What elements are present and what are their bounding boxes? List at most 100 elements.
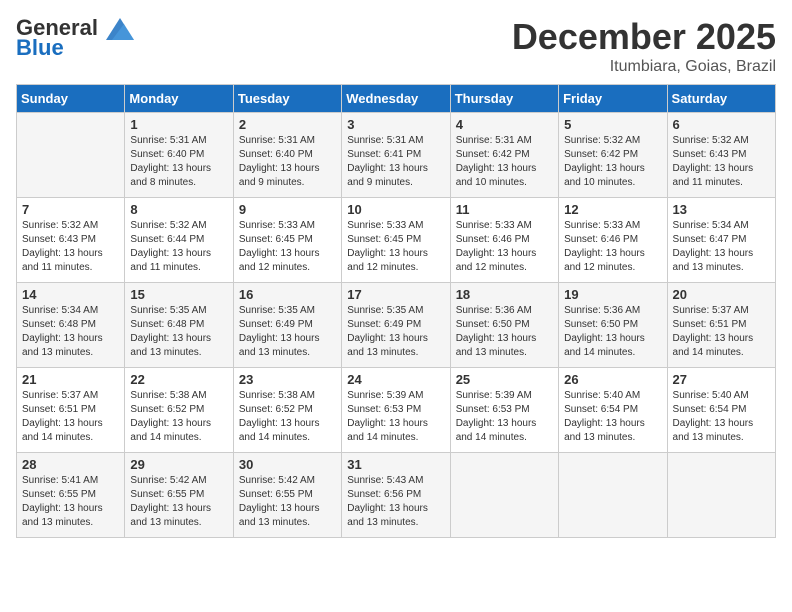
calendar-cell: 13 Sunrise: 5:34 AMSunset: 6:47 PMDaylig… (667, 198, 775, 283)
calendar-cell: 4 Sunrise: 5:31 AMSunset: 6:42 PMDayligh… (450, 113, 558, 198)
calendar-week-row: 7 Sunrise: 5:32 AMSunset: 6:43 PMDayligh… (17, 198, 776, 283)
calendar-cell: 2 Sunrise: 5:31 AMSunset: 6:40 PMDayligh… (233, 113, 341, 198)
day-info: Sunrise: 5:35 AMSunset: 6:48 PMDaylight:… (130, 304, 227, 360)
day-info: Sunrise: 5:31 AMSunset: 6:42 PMDaylight:… (456, 134, 553, 190)
calendar-week-row: 28 Sunrise: 5:41 AMSunset: 6:55 PMDaylig… (17, 453, 776, 538)
day-number: 21 (22, 372, 119, 387)
calendar-week-row: 14 Sunrise: 5:34 AMSunset: 6:48 PMDaylig… (17, 283, 776, 368)
calendar-header-row: SundayMondayTuesdayWednesdayThursdayFrid… (17, 85, 776, 113)
header-saturday: Saturday (667, 85, 775, 113)
day-number: 1 (130, 117, 227, 132)
day-info: Sunrise: 5:38 AMSunset: 6:52 PMDaylight:… (130, 389, 227, 445)
location: Itumbiara, Goias, Brazil (512, 58, 776, 76)
day-info: Sunrise: 5:36 AMSunset: 6:50 PMDaylight:… (456, 304, 553, 360)
day-info: Sunrise: 5:33 AMSunset: 6:45 PMDaylight:… (239, 219, 336, 275)
day-number: 24 (347, 372, 444, 387)
calendar-cell (17, 113, 125, 198)
calendar-cell: 30 Sunrise: 5:42 AMSunset: 6:55 PMDaylig… (233, 453, 341, 538)
day-info: Sunrise: 5:31 AMSunset: 6:40 PMDaylight:… (130, 134, 227, 190)
day-info: Sunrise: 5:33 AMSunset: 6:45 PMDaylight:… (347, 219, 444, 275)
day-number: 4 (456, 117, 553, 132)
calendar-cell: 16 Sunrise: 5:35 AMSunset: 6:49 PMDaylig… (233, 283, 341, 368)
calendar-cell: 26 Sunrise: 5:40 AMSunset: 6:54 PMDaylig… (559, 368, 667, 453)
calendar-week-row: 1 Sunrise: 5:31 AMSunset: 6:40 PMDayligh… (17, 113, 776, 198)
day-info: Sunrise: 5:39 AMSunset: 6:53 PMDaylight:… (456, 389, 553, 445)
day-number: 16 (239, 287, 336, 302)
day-number: 12 (564, 202, 661, 217)
calendar-cell: 22 Sunrise: 5:38 AMSunset: 6:52 PMDaylig… (125, 368, 233, 453)
calendar-cell: 19 Sunrise: 5:36 AMSunset: 6:50 PMDaylig… (559, 283, 667, 368)
calendar-cell (667, 453, 775, 538)
calendar-cell: 29 Sunrise: 5:42 AMSunset: 6:55 PMDaylig… (125, 453, 233, 538)
day-number: 23 (239, 372, 336, 387)
day-number: 5 (564, 117, 661, 132)
calendar-table: SundayMondayTuesdayWednesdayThursdayFrid… (16, 84, 776, 538)
day-number: 20 (673, 287, 770, 302)
day-info: Sunrise: 5:39 AMSunset: 6:53 PMDaylight:… (347, 389, 444, 445)
day-number: 28 (22, 457, 119, 472)
day-info: Sunrise: 5:34 AMSunset: 6:48 PMDaylight:… (22, 304, 119, 360)
day-number: 7 (22, 202, 119, 217)
calendar-cell: 21 Sunrise: 5:37 AMSunset: 6:51 PMDaylig… (17, 368, 125, 453)
day-number: 6 (673, 117, 770, 132)
month-title: December 2025 (512, 16, 776, 58)
day-number: 9 (239, 202, 336, 217)
day-number: 25 (456, 372, 553, 387)
calendar-cell: 10 Sunrise: 5:33 AMSunset: 6:45 PMDaylig… (342, 198, 450, 283)
day-info: Sunrise: 5:42 AMSunset: 6:55 PMDaylight:… (239, 474, 336, 530)
day-info: Sunrise: 5:34 AMSunset: 6:47 PMDaylight:… (673, 219, 770, 275)
calendar-cell: 20 Sunrise: 5:37 AMSunset: 6:51 PMDaylig… (667, 283, 775, 368)
day-number: 30 (239, 457, 336, 472)
calendar-cell: 11 Sunrise: 5:33 AMSunset: 6:46 PMDaylig… (450, 198, 558, 283)
title-block: December 2025 Itumbiara, Goias, Brazil (512, 16, 776, 76)
day-info: Sunrise: 5:32 AMSunset: 6:42 PMDaylight:… (564, 134, 661, 190)
day-number: 14 (22, 287, 119, 302)
day-info: Sunrise: 5:32 AMSunset: 6:43 PMDaylight:… (22, 219, 119, 275)
day-info: Sunrise: 5:31 AMSunset: 6:40 PMDaylight:… (239, 134, 336, 190)
day-info: Sunrise: 5:35 AMSunset: 6:49 PMDaylight:… (347, 304, 444, 360)
calendar-cell: 15 Sunrise: 5:35 AMSunset: 6:48 PMDaylig… (125, 283, 233, 368)
day-number: 31 (347, 457, 444, 472)
calendar-cell: 14 Sunrise: 5:34 AMSunset: 6:48 PMDaylig… (17, 283, 125, 368)
day-info: Sunrise: 5:37 AMSunset: 6:51 PMDaylight:… (673, 304, 770, 360)
calendar-cell: 6 Sunrise: 5:32 AMSunset: 6:43 PMDayligh… (667, 113, 775, 198)
day-info: Sunrise: 5:35 AMSunset: 6:49 PMDaylight:… (239, 304, 336, 360)
day-info: Sunrise: 5:41 AMSunset: 6:55 PMDaylight:… (22, 474, 119, 530)
day-number: 10 (347, 202, 444, 217)
day-number: 13 (673, 202, 770, 217)
calendar-week-row: 21 Sunrise: 5:37 AMSunset: 6:51 PMDaylig… (17, 368, 776, 453)
day-info: Sunrise: 5:33 AMSunset: 6:46 PMDaylight:… (456, 219, 553, 275)
calendar-cell: 17 Sunrise: 5:35 AMSunset: 6:49 PMDaylig… (342, 283, 450, 368)
logo-icon (106, 18, 134, 40)
day-info: Sunrise: 5:40 AMSunset: 6:54 PMDaylight:… (564, 389, 661, 445)
calendar-cell: 3 Sunrise: 5:31 AMSunset: 6:41 PMDayligh… (342, 113, 450, 198)
calendar-cell: 28 Sunrise: 5:41 AMSunset: 6:55 PMDaylig… (17, 453, 125, 538)
day-info: Sunrise: 5:32 AMSunset: 6:43 PMDaylight:… (673, 134, 770, 190)
calendar-cell: 7 Sunrise: 5:32 AMSunset: 6:43 PMDayligh… (17, 198, 125, 283)
header-friday: Friday (559, 85, 667, 113)
day-number: 29 (130, 457, 227, 472)
day-number: 15 (130, 287, 227, 302)
day-info: Sunrise: 5:36 AMSunset: 6:50 PMDaylight:… (564, 304, 661, 360)
calendar-cell: 1 Sunrise: 5:31 AMSunset: 6:40 PMDayligh… (125, 113, 233, 198)
day-number: 27 (673, 372, 770, 387)
day-number: 26 (564, 372, 661, 387)
calendar-cell (450, 453, 558, 538)
calendar-cell: 24 Sunrise: 5:39 AMSunset: 6:53 PMDaylig… (342, 368, 450, 453)
calendar-cell: 18 Sunrise: 5:36 AMSunset: 6:50 PMDaylig… (450, 283, 558, 368)
calendar-cell: 31 Sunrise: 5:43 AMSunset: 6:56 PMDaylig… (342, 453, 450, 538)
day-number: 22 (130, 372, 227, 387)
day-number: 3 (347, 117, 444, 132)
header-tuesday: Tuesday (233, 85, 341, 113)
calendar-cell: 23 Sunrise: 5:38 AMSunset: 6:52 PMDaylig… (233, 368, 341, 453)
day-number: 8 (130, 202, 227, 217)
day-info: Sunrise: 5:43 AMSunset: 6:56 PMDaylight:… (347, 474, 444, 530)
day-info: Sunrise: 5:42 AMSunset: 6:55 PMDaylight:… (130, 474, 227, 530)
header-wednesday: Wednesday (342, 85, 450, 113)
day-info: Sunrise: 5:32 AMSunset: 6:44 PMDaylight:… (130, 219, 227, 275)
day-info: Sunrise: 5:38 AMSunset: 6:52 PMDaylight:… (239, 389, 336, 445)
day-number: 11 (456, 202, 553, 217)
page-header: General Blue December 2025 Itumbiara, Go… (16, 16, 776, 76)
day-info: Sunrise: 5:31 AMSunset: 6:41 PMDaylight:… (347, 134, 444, 190)
calendar-cell: 5 Sunrise: 5:32 AMSunset: 6:42 PMDayligh… (559, 113, 667, 198)
